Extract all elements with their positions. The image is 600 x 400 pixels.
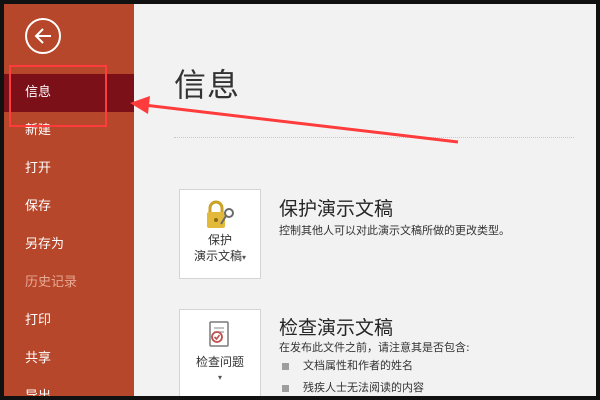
sidebar-item-share[interactable]: 共享 xyxy=(4,340,134,378)
inspect-section-title: 检查演示文稿 xyxy=(279,317,394,339)
sidebar-item-open[interactable]: 打开 xyxy=(4,150,134,188)
list-item: 文档属性和作者的姓名 xyxy=(282,355,424,377)
sidebar-item-save[interactable]: 保存 xyxy=(4,188,134,226)
check-issues-button[interactable]: 检查问题 ▾ xyxy=(179,309,261,396)
arrow-left-icon xyxy=(34,28,51,44)
protect-section-title: 保护演示文稿 xyxy=(279,198,394,220)
list-item: 残疾人士无法阅读的内容 xyxy=(282,377,424,396)
page-title: 信息 xyxy=(174,66,241,104)
sidebar-item-save-as[interactable]: 另存为 xyxy=(4,226,134,264)
protect-presentation-button[interactable]: 保护 演示文稿▾ xyxy=(179,189,261,279)
sidebar-item-history: 历史记录 xyxy=(25,275,78,290)
inspect-bullet-list: 文档属性和作者的姓名 残疾人士无法阅读的内容 xyxy=(282,355,424,396)
back-button[interactable] xyxy=(25,18,61,54)
lock-key-icon xyxy=(207,200,234,228)
protect-button-label: 保护 演示文稿▾ xyxy=(193,233,247,263)
inspect-document-icon xyxy=(209,321,229,347)
sidebar-item-export[interactable]: 导出 xyxy=(4,378,134,396)
backstage-window: 信息 新建 打开 保存 另存为 历史记录 打印 共享 导出 信息 保护 演示文稿… xyxy=(4,4,596,396)
check-issues-label: 检查问题 xyxy=(195,355,244,369)
backstage-sidebar: 信息 新建 打开 保存 另存为 历史记录 打印 共享 导出 xyxy=(4,4,134,396)
inspect-section-description: 在发布此文件之前，请注意其是否包含: xyxy=(279,341,470,354)
annotation-highlight-box xyxy=(9,65,107,127)
sidebar-item-print[interactable]: 打印 xyxy=(4,302,134,340)
divider xyxy=(174,137,574,138)
protect-section-description: 控制其他人可以对此演示文稿所做的更改类型。 xyxy=(279,224,510,237)
info-panel: 信息 保护 演示文稿▾ 保护演示文稿 控制其他人可以对此演示文稿所做的更改类型。 xyxy=(134,4,596,396)
chevron-down-icon: ▾ xyxy=(217,373,222,382)
